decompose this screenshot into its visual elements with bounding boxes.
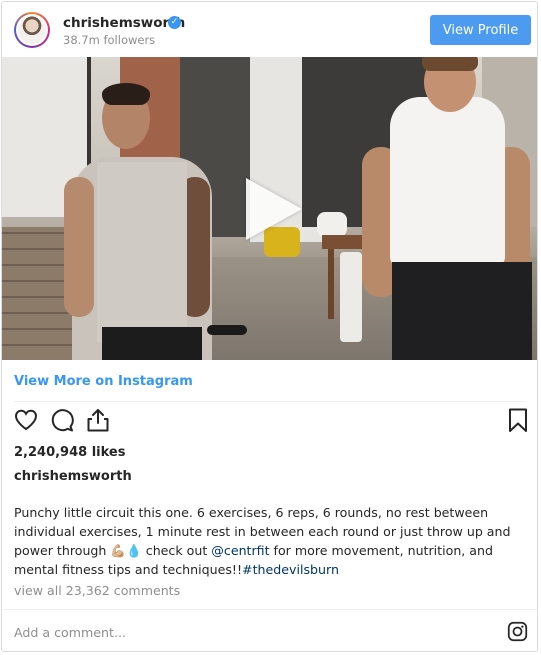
- bookmark-icon[interactable]: [505, 407, 531, 433]
- video-person-right-pants: [392, 262, 532, 360]
- heart-icon[interactable]: [13, 407, 39, 433]
- avatar-image: [18, 16, 46, 44]
- likes-count[interactable]: 2,240,948 likes: [14, 445, 125, 460]
- mention-link[interactable]: @centrfit: [211, 543, 269, 558]
- video-person-left-shorts: [102, 327, 202, 360]
- video-cylinder: [340, 252, 362, 342]
- video-skateboard: [207, 325, 247, 335]
- followers-count: 38.7m followers: [63, 33, 156, 47]
- divider: [14, 401, 525, 402]
- add-comment-input[interactable]: Add a comment...: [14, 625, 126, 640]
- instagram-logo-icon[interactable]: [507, 621, 528, 642]
- video-person-right-hair: [422, 57, 478, 71]
- video-bag-white: [317, 212, 347, 237]
- comment-icon[interactable]: [49, 407, 75, 433]
- avatar[interactable]: [14, 12, 50, 48]
- divider: [2, 609, 537, 610]
- video-bench-leg: [328, 249, 334, 319]
- video-person-left-shirt: [97, 162, 187, 342]
- view-more-on-instagram-link[interactable]: View More on Instagram: [14, 374, 193, 389]
- post-video[interactable]: [2, 57, 537, 360]
- instagram-embed-card: chrishemsworth ✓ 38.7m followers View Pr…: [1, 1, 538, 652]
- play-icon[interactable]: [246, 178, 302, 240]
- post-caption: Punchy little circuit this one. 6 exerci…: [14, 503, 529, 579]
- hashtag-link[interactable]: #thedevilsburn: [242, 562, 339, 577]
- verified-badge-icon: ✓: [168, 16, 181, 29]
- avatar-frame: [16, 14, 48, 46]
- action-bar: [2, 407, 537, 445]
- video-person-left-arm: [64, 177, 94, 317]
- username[interactable]: chrishemsworth: [63, 15, 185, 31]
- video-person-right-shirt: [390, 97, 505, 267]
- video-person-left-hair: [102, 83, 150, 105]
- post-header: chrishemsworth ✓ 38.7m followers View Pr…: [2, 2, 537, 57]
- caption-username[interactable]: chrishemsworth: [14, 469, 132, 484]
- share-icon[interactable]: [85, 407, 111, 433]
- view-all-comments-link[interactable]: view all 23,362 comments: [14, 583, 180, 598]
- view-profile-button[interactable]: View Profile: [430, 15, 531, 45]
